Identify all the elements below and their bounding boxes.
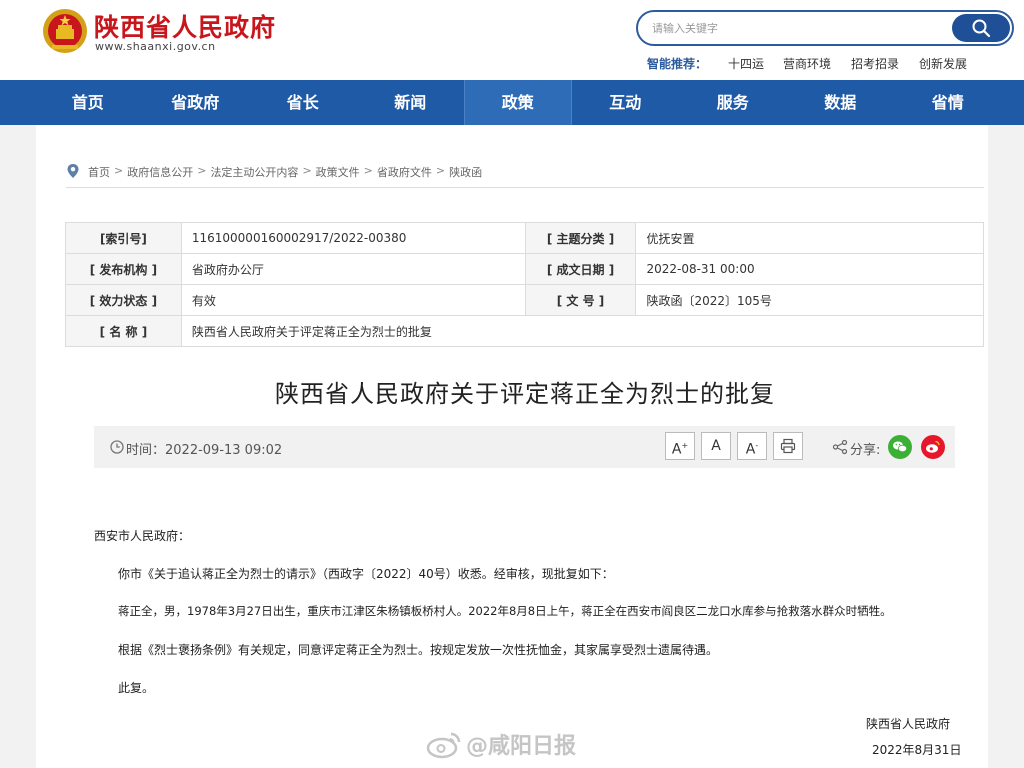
paragraph: 你市《关于追认蒋正全为烈士的请示》（西政字〔2022〕40号）收悉。经审核，现批… (118, 567, 614, 581)
hot-link[interactable]: 营商环境 (783, 55, 831, 72)
date-label: [ 成文日期 ] (524, 253, 637, 285)
font-increase-button[interactable]: A+ (665, 432, 695, 460)
nav-item-policy[interactable]: 政策 (464, 80, 572, 125)
nav-item-services[interactable]: 服务 (679, 80, 787, 125)
font-increase-label: A (671, 441, 682, 458)
font-reset-label: A (711, 438, 721, 454)
breadcrumb-policy-docs[interactable]: 政策文件 (316, 164, 360, 180)
weibo-icon (926, 440, 940, 453)
hot-link[interactable]: 招考招录 (851, 55, 899, 72)
nav-item-interaction[interactable]: 互动 (572, 80, 680, 125)
share-icon (832, 439, 848, 455)
share-label: 分享: (850, 443, 881, 458)
issuer-value: 省政府办公厅 (180, 253, 526, 285)
breadcrumb-public-content[interactable]: 法定主动公开内容 (210, 164, 298, 180)
breadcrumb: 首页 > 政府信息公开 > 法定主动公开内容 > 政策文件 > 省政府文件 > … (66, 164, 984, 188)
breadcrumb-separator: > (435, 164, 446, 177)
topic-value: 优抚安置 (635, 222, 984, 254)
salutation: 西安市人民政府： (94, 529, 191, 543)
breadcrumb-separator: > (302, 164, 312, 177)
index-value: 116100000160002917/2022-00380 (180, 222, 526, 254)
document-title: 陕西省人民政府关于评定蒋正全为烈士的批复 (275, 380, 775, 408)
search-button[interactable] (952, 14, 1010, 42)
status-label: [ 效力状态 ] (65, 284, 182, 316)
publish-time: 时间：2022-09-13 09:02 (126, 443, 283, 458)
table-row: [ 名 称 ] 陕西省人民政府关于评定蒋正全为烈士的批复 (65, 315, 985, 347)
nav-item-provincial-gov[interactable]: 省政府 (142, 80, 250, 125)
index-label: [索引号] (65, 222, 182, 254)
main-nav: 首页 省政府 省长 新闻 政策 互动 服务 数据 省情 (0, 80, 1024, 125)
status-value: 有效 (180, 284, 526, 316)
font-decrease-button[interactable]: A- (737, 432, 767, 460)
watermark: @咸阳日报 (424, 728, 576, 760)
sign-date: 2022年8月31日 (872, 743, 962, 757)
search-input[interactable] (652, 19, 942, 37)
location-pin-icon (67, 164, 79, 178)
article-toolbar: 时间：2022-09-13 09:02 A+ A A- 分享: (94, 426, 955, 468)
site-header: 陕西省人民政府 www.shaanxi.gov.cn 智能推荐： 十四运 营商环… (0, 0, 1024, 80)
search-icon (972, 19, 991, 38)
printer-icon (780, 438, 796, 454)
paragraph: 蒋正全，男，1978年3月27日出生，重庆市江津区朱杨镇板桥村人。2022年8月… (118, 604, 892, 618)
name-value: 陕西省人民政府关于评定蒋正全为烈士的批复 (180, 315, 985, 347)
issuer-label: [ 发布机构 ] (65, 253, 182, 285)
plus-icon: + (681, 441, 689, 450)
wechat-icon (893, 441, 908, 453)
breadcrumb-separator: > (363, 164, 373, 177)
print-button[interactable] (773, 432, 803, 460)
table-row: [ 效力状态 ] 有效 [ 文 号 ] 陕政函〔2022〕105号 (65, 284, 984, 316)
breadcrumb-gov-info[interactable]: 政府信息公开 (127, 164, 193, 180)
search-box (636, 10, 1014, 46)
hot-link[interactable]: 创新发展 (919, 55, 967, 72)
smart-recommend-label: 智能推荐： (647, 57, 708, 71)
share-wechat-button[interactable] (888, 435, 912, 459)
watermark-text: @咸阳日报 (466, 734, 577, 759)
nav-item-governor[interactable]: 省长 (249, 80, 357, 125)
hot-link[interactable]: 十四运 (728, 55, 764, 72)
name-label: [ 名 称 ] (65, 315, 182, 347)
date-value: 2022-08-31 00:00 (635, 253, 984, 285)
paragraph: 根据《烈士褒扬条例》有关规定，同意评定蒋正全为烈士。按规定发放一次性抚恤金，其家… (118, 643, 719, 657)
nav-item-home[interactable]: 首页 (34, 80, 142, 125)
share-weibo-button[interactable] (921, 435, 945, 459)
signature: 陕西省人民政府 (866, 717, 951, 731)
site-name[interactable]: 陕西省人民政府 (94, 8, 276, 44)
minus-icon: - (755, 441, 759, 450)
breadcrumb-separator: > (197, 164, 207, 177)
breadcrumb-separator: > (114, 164, 124, 177)
font-reset-button[interactable]: A (701, 432, 731, 460)
nav-item-news[interactable]: 新闻 (357, 80, 465, 125)
national-emblem-icon[interactable] (42, 7, 88, 55)
nav-item-data[interactable]: 数据 (787, 80, 895, 125)
nav-item-province-info[interactable]: 省情 (894, 80, 1002, 125)
paragraph: 此复。 (118, 681, 155, 695)
table-row: [ 发布机构 ] 省政府办公厅 [ 成文日期 ] 2022-08-31 00:0… (65, 253, 984, 285)
clock-icon (110, 440, 124, 454)
breadcrumb-home[interactable]: 首页 (88, 164, 110, 180)
table-row: [索引号] 116100000160002917/2022-00380 [ 主题… (65, 222, 984, 254)
weibo-watermark-icon (426, 732, 461, 759)
docno-label: [ 文 号 ] (524, 284, 637, 316)
site-url: www.shaanxi.gov.cn (95, 40, 216, 53)
breadcrumb-current[interactable]: 陕政函 (449, 164, 482, 180)
font-decrease-label: A (745, 441, 756, 458)
docno-value: 陕政函〔2022〕105号 (635, 284, 984, 316)
document-info-table: [索引号] 116100000160002917/2022-00380 [ 主题… (65, 222, 985, 347)
breadcrumb-gov-docs[interactable]: 省政府文件 (377, 164, 432, 180)
topic-label: [ 主题分类 ] (524, 222, 637, 254)
